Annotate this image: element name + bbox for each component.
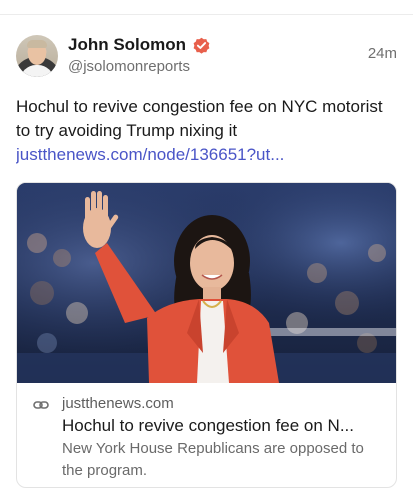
card-meta: justthenews.com Hochul to revive congest… bbox=[17, 383, 396, 487]
card-domain: justthenews.com bbox=[62, 395, 174, 412]
author-name[interactable]: John Solomon bbox=[68, 35, 186, 55]
link-preview-card[interactable]: justthenews.com Hochul to revive congest… bbox=[16, 182, 397, 488]
avatar[interactable] bbox=[16, 35, 58, 77]
verified-badge-icon bbox=[193, 37, 210, 54]
card-description: New York House Republicans are opposed t… bbox=[62, 440, 364, 479]
top-divider bbox=[0, 14, 413, 15]
link-icon bbox=[33, 401, 49, 409]
post-link[interactable]: justthenews.com/node/136651?ut... bbox=[16, 143, 397, 167]
post-header: John Solomon @jsolomonreports 24m bbox=[16, 33, 397, 81]
card-title[interactable]: Hochul to revive congestion fee on N... bbox=[62, 415, 387, 437]
timestamp[interactable]: 24m bbox=[368, 45, 397, 62]
post-text: Hochul to revive congestion fee on NYC m… bbox=[16, 97, 383, 140]
card-photo bbox=[17, 183, 396, 383]
author-row: John Solomon bbox=[68, 33, 211, 57]
card-image[interactable] bbox=[17, 183, 396, 383]
author-handle[interactable]: @jsolomonreports bbox=[68, 58, 190, 75]
